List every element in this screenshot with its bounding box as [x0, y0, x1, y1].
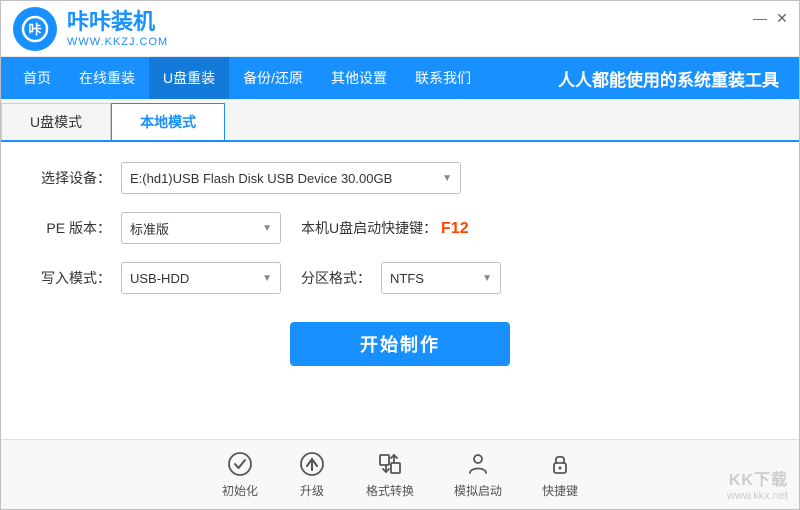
app-logo: 咔 [13, 7, 57, 51]
start-btn-container: 开始制作 [31, 322, 769, 366]
shortcut-key: F12 [441, 220, 469, 237]
partition-select[interactable]: NTFS ▼ [381, 262, 501, 294]
write-dropdown-arrow: ▼ [262, 273, 272, 284]
minimize-button[interactable]: — [751, 9, 769, 27]
tool-init-label: 初始化 [222, 482, 258, 499]
convert-icon [376, 450, 404, 478]
shortcut-label: 本机U盘启动快捷键： [301, 220, 437, 236]
pe-value: 标准版 [130, 219, 169, 238]
device-dropdown-arrow: ▼ [442, 173, 452, 184]
pe-select[interactable]: 标准版 ▼ [121, 212, 281, 244]
app-name: 咔咔装机 [67, 9, 168, 35]
nav-item-online[interactable]: 在线重装 [65, 57, 149, 99]
pe-label: PE 版本： [31, 218, 111, 238]
device-select[interactable]: E:(hd1)USB Flash Disk USB Device 30.00GB… [121, 162, 461, 194]
tool-upgrade[interactable]: 升级 [298, 450, 326, 499]
partition-dropdown-arrow: ▼ [482, 273, 492, 284]
main-window: 咔 咔咔装机 WWW.KKZJ.COM — ✕ 首页 在线重装 U盘重装 备份/… [0, 0, 800, 510]
nav-item-contact[interactable]: 联系我们 [401, 57, 485, 99]
device-label: 选择设备： [31, 168, 111, 188]
pe-dropdown-arrow: ▼ [262, 223, 272, 234]
nav-slogan: 人人都能使用的系统重装工具 [558, 66, 791, 91]
pe-row: PE 版本： 标准版 ▼ 本机U盘启动快捷键： F12 [31, 212, 769, 244]
nav-item-home[interactable]: 首页 [9, 57, 65, 99]
tabs-bar: U盘模式 本地模式 [1, 99, 799, 142]
watermark-url: www.kkx.net [727, 490, 788, 502]
nav-bar: 首页 在线重装 U盘重装 备份/还原 其他设置 联系我们 人人都能使用的系统重装… [1, 57, 799, 99]
shortcut-info: 本机U盘启动快捷键： F12 [301, 218, 469, 238]
watermark: KK下载 www.kkx.net [727, 466, 788, 502]
write-mode-row: 写入模式： USB-HDD ▼ 分区格式： NTFS ▼ [31, 262, 769, 294]
app-title-group: 咔咔装机 WWW.KKZJ.COM [67, 9, 168, 47]
app-url: WWW.KKZJ.COM [67, 36, 168, 48]
nav-item-backup[interactable]: 备份/还原 [229, 57, 317, 99]
title-bar: 咔 咔咔装机 WWW.KKZJ.COM — ✕ [1, 1, 799, 57]
nav-item-usb[interactable]: U盘重装 [149, 57, 229, 99]
person-icon [464, 450, 492, 478]
write-label: 写入模式： [31, 268, 111, 288]
tool-upgrade-label: 升级 [300, 482, 324, 499]
watermark-logo: KK下载 [727, 466, 788, 490]
tool-shortcut[interactable]: 快捷键 [542, 450, 578, 499]
tool-convert-label: 格式转换 [366, 482, 414, 499]
write-select[interactable]: USB-HDD ▼ [121, 262, 281, 294]
tool-shortcut-label: 快捷键 [542, 482, 578, 499]
partition-value: NTFS [390, 271, 424, 286]
device-value: E:(hd1)USB Flash Disk USB Device 30.00GB [130, 171, 392, 186]
tool-convert[interactable]: 格式转换 [366, 450, 414, 499]
device-row: 选择设备： E:(hd1)USB Flash Disk USB Device 3… [31, 162, 769, 194]
arrow-up-circle-icon [298, 450, 326, 478]
tool-simulate-label: 模拟启动 [454, 482, 502, 499]
bottom-toolbar: 初始化 升级 [1, 439, 799, 509]
tab-local[interactable]: 本地模式 [111, 103, 225, 140]
svg-text:咔: 咔 [28, 22, 41, 37]
window-controls: — ✕ [751, 9, 791, 27]
check-circle-icon [226, 450, 254, 478]
tool-simulate[interactable]: 模拟启动 [454, 450, 502, 499]
nav-item-settings[interactable]: 其他设置 [317, 57, 401, 99]
main-content: 选择设备： E:(hd1)USB Flash Disk USB Device 3… [1, 142, 799, 439]
lock-icon [546, 450, 574, 478]
start-button[interactable]: 开始制作 [290, 322, 510, 366]
tab-usb[interactable]: U盘模式 [1, 103, 111, 140]
close-button[interactable]: ✕ [773, 9, 791, 27]
tool-init[interactable]: 初始化 [222, 450, 258, 499]
write-value: USB-HDD [130, 271, 189, 286]
partition-label: 分区格式： [301, 268, 371, 288]
